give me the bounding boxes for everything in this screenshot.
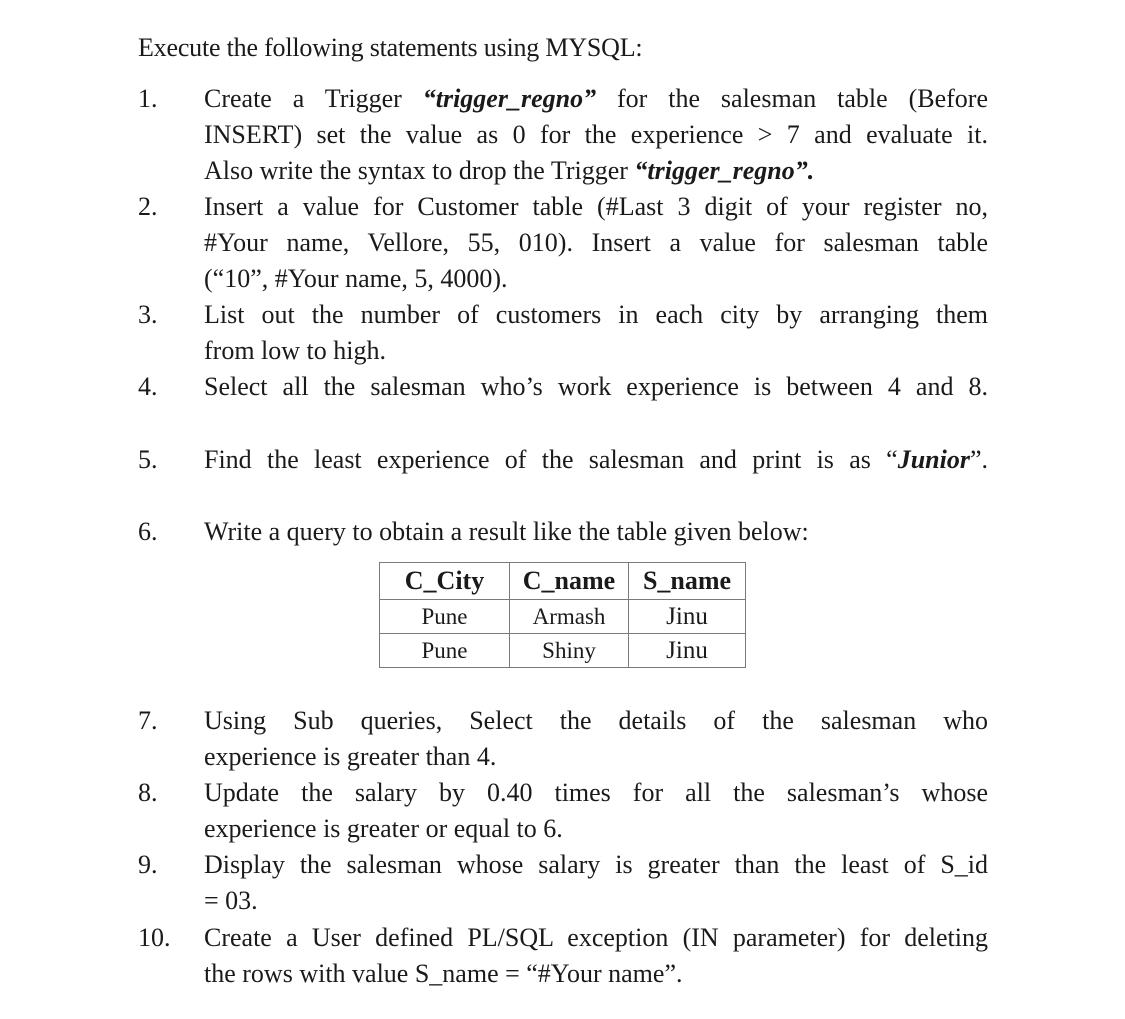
- question-line: Insert a value for Customer table (#Last…: [204, 192, 988, 221]
- question-line: from low to high.: [204, 336, 386, 365]
- table-cell: Armash: [509, 599, 629, 634]
- question-number: 7.: [138, 706, 158, 735]
- question-number: 2.: [138, 192, 158, 221]
- table-cell: Jinu: [628, 599, 746, 634]
- question-line: (“10”, #Your name, 5, 4000).: [204, 264, 508, 293]
- table-cell: Pune: [379, 633, 510, 668]
- table-row: Pune Armash Jinu: [379, 599, 746, 634]
- document-page: Execute the following statements using M…: [0, 0, 1125, 1019]
- question-text: ”.: [969, 445, 988, 474]
- emphasis-text: Junior: [897, 445, 970, 474]
- question-8: 8. Update the salary by 0.40 times for a…: [138, 775, 988, 847]
- question-text: for the salesman table (Before: [596, 84, 988, 113]
- question-7: 7. Using Sub queries, Select the details…: [138, 703, 988, 775]
- question-10: 10. Create a User defined PL/SQL excepti…: [138, 920, 988, 992]
- column-header: S_name: [628, 562, 746, 600]
- table-cell: Jinu: [628, 633, 746, 668]
- question-1: 1. Create a Trigger “trigger_regno” for …: [138, 81, 988, 189]
- question-number: 9.: [138, 850, 158, 879]
- question-2: 2. Insert a value for Customer table (#L…: [138, 189, 988, 297]
- table-cell: Pune: [379, 599, 510, 634]
- question-line: experience is greater than 4.: [204, 742, 497, 771]
- question-line: #Your name, Vellore, 55, 010). Insert a …: [204, 228, 988, 257]
- question-line: Update the salary by 0.40 times for all …: [204, 778, 988, 807]
- question-text: Also write the syntax to drop the Trigge…: [204, 156, 635, 185]
- question-line: Using Sub queries, Select the details of…: [204, 706, 988, 735]
- column-header: C_City: [379, 562, 510, 600]
- question-number: 10.: [138, 923, 171, 952]
- result-table: C_City C_name S_name Pune Armash Jinu Pu…: [379, 562, 746, 668]
- question-line: experience is greater or equal to 6.: [204, 814, 563, 843]
- trigger-name: “trigger_regno”: [422, 84, 597, 113]
- question-number: 3.: [138, 300, 158, 329]
- question-number: 4.: [138, 372, 158, 401]
- question-number: 5.: [138, 445, 158, 474]
- page-heading: Execute the following statements using M…: [138, 33, 643, 62]
- question-text: Find the least experience of the salesma…: [204, 445, 898, 474]
- question-line: Display the salesman whose salary is gre…: [204, 850, 988, 879]
- question-line: the rows with value S_name = “#Your name…: [204, 959, 683, 988]
- question-3: 3. List out the number of customers in e…: [138, 297, 988, 369]
- question-9: 9. Display the salesman whose salary is …: [138, 847, 988, 919]
- question-line: List out the number of customers in each…: [204, 300, 988, 329]
- question-text: Create a Trigger: [204, 84, 423, 113]
- table-header-row: C_City C_name S_name: [379, 562, 746, 600]
- question-line: Create a Trigger “trigger_regno” for the…: [204, 81, 988, 117]
- question-line: INSERT) set the value as 0 for the exper…: [204, 120, 988, 149]
- column-header: C_name: [509, 562, 629, 600]
- question-line: Find the least experience of the salesma…: [204, 442, 988, 478]
- question-number: 6.: [138, 517, 158, 546]
- question-line: Also write the syntax to drop the Trigge…: [204, 153, 988, 189]
- table-row: Pune Shiny Jinu: [379, 633, 746, 668]
- question-line: Create a User defined PL/SQL exception (…: [204, 923, 988, 952]
- question-line: Select all the salesman who’s work exper…: [204, 372, 988, 401]
- question-line: = 03.: [204, 886, 258, 915]
- question-number: 8.: [138, 778, 158, 807]
- question-5: 5. Find the least experience of the sale…: [138, 442, 988, 478]
- question-number: 1.: [138, 84, 158, 113]
- table-cell: Shiny: [509, 633, 629, 668]
- trigger-name: “trigger_regno”.: [634, 156, 815, 185]
- question-4: 4. Select all the salesman who’s work ex…: [138, 369, 988, 405]
- question-6: 6. Write a query to obtain a result like…: [138, 514, 988, 550]
- question-line: Write a query to obtain a result like th…: [204, 517, 809, 546]
